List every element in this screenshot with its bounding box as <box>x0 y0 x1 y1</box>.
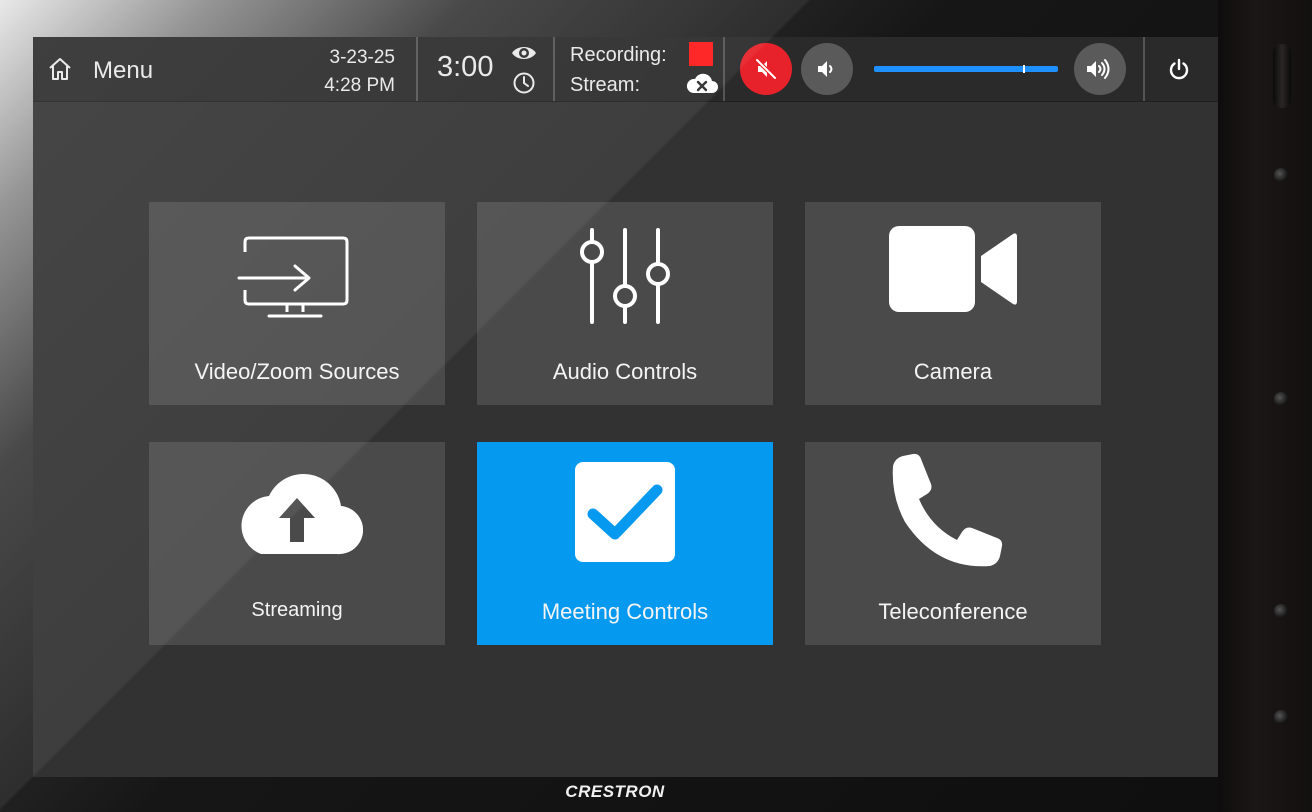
volume-handle[interactable] <box>1023 65 1025 73</box>
speaker-muted-icon <box>755 58 777 80</box>
top-bar: Menu 3-23-25 4:28 PM 3:00 Recording: Str… <box>33 37 1218 102</box>
tile-video-zoom-sources[interactable]: Video/Zoom Sources <box>149 202 445 405</box>
tile-meeting-controls[interactable]: Meeting Controls <box>477 442 773 645</box>
tile-audio-controls[interactable]: Audio Controls <box>477 202 773 405</box>
volume-down-button[interactable] <box>801 43 853 95</box>
volume-slider[interactable] <box>874 65 1058 73</box>
divider <box>553 37 555 101</box>
cloud-offline-icon[interactable] <box>685 73 719 95</box>
mixer-sliders-icon <box>580 228 670 324</box>
menu-button[interactable]: Menu <box>33 37 173 101</box>
stream-label: Stream: <box>570 74 641 96</box>
tile-streaming[interactable]: Streaming <box>149 442 445 645</box>
video-camera-icon <box>889 226 1017 312</box>
home-icon <box>49 58 71 80</box>
power-icon[interactable] <box>1167 57 1191 81</box>
tile-label: Teleconference <box>878 599 1028 624</box>
divider <box>723 37 725 101</box>
tile-label: Streaming <box>251 599 343 621</box>
screw <box>1274 710 1288 724</box>
speaker-low-icon <box>818 61 833 77</box>
checkbox-icon <box>575 462 675 562</box>
bezel-slot <box>1273 44 1291 108</box>
touch-screen: Menu 3-23-25 4:28 PM 3:00 Recording: Str… <box>33 37 1218 777</box>
tile-label: Camera <box>913 359 993 384</box>
mute-button[interactable] <box>740 43 792 95</box>
tile-label: Meeting Controls <box>541 599 709 624</box>
clock-display: 4:28 PM <box>324 75 395 96</box>
date-display: 3-23-25 <box>329 47 396 68</box>
speaker-high-icon <box>1087 59 1110 79</box>
screw <box>1274 392 1288 406</box>
volume-up-button[interactable] <box>1074 43 1126 95</box>
meeting-timer: 3:00 <box>437 51 494 83</box>
cloud-upload-icon <box>241 474 363 555</box>
screw <box>1274 604 1288 618</box>
phone-icon <box>892 453 1003 567</box>
crestron-logo: CRESTRON <box>565 782 665 801</box>
volume-track <box>874 66 1058 72</box>
tile-teleconference[interactable]: Teleconference <box>805 442 1101 645</box>
recording-stop-button[interactable] <box>689 42 713 66</box>
divider <box>1143 37 1145 101</box>
tile-label: Video/Zoom Sources <box>194 359 400 384</box>
bezel-right <box>1218 0 1312 812</box>
clock-icon[interactable] <box>512 71 536 95</box>
tile-camera[interactable]: Camera <box>805 202 1101 405</box>
menu-label: Menu <box>93 57 154 84</box>
divider <box>416 37 418 101</box>
screw <box>1274 168 1288 182</box>
tile-label: Audio Controls <box>552 359 698 384</box>
touch-panel-device: Menu 3-23-25 4:28 PM 3:00 Recording: Str… <box>0 0 1312 812</box>
display-input-icon <box>237 236 349 318</box>
recording-label: Recording: <box>570 44 667 66</box>
eye-icon[interactable] <box>510 43 538 63</box>
